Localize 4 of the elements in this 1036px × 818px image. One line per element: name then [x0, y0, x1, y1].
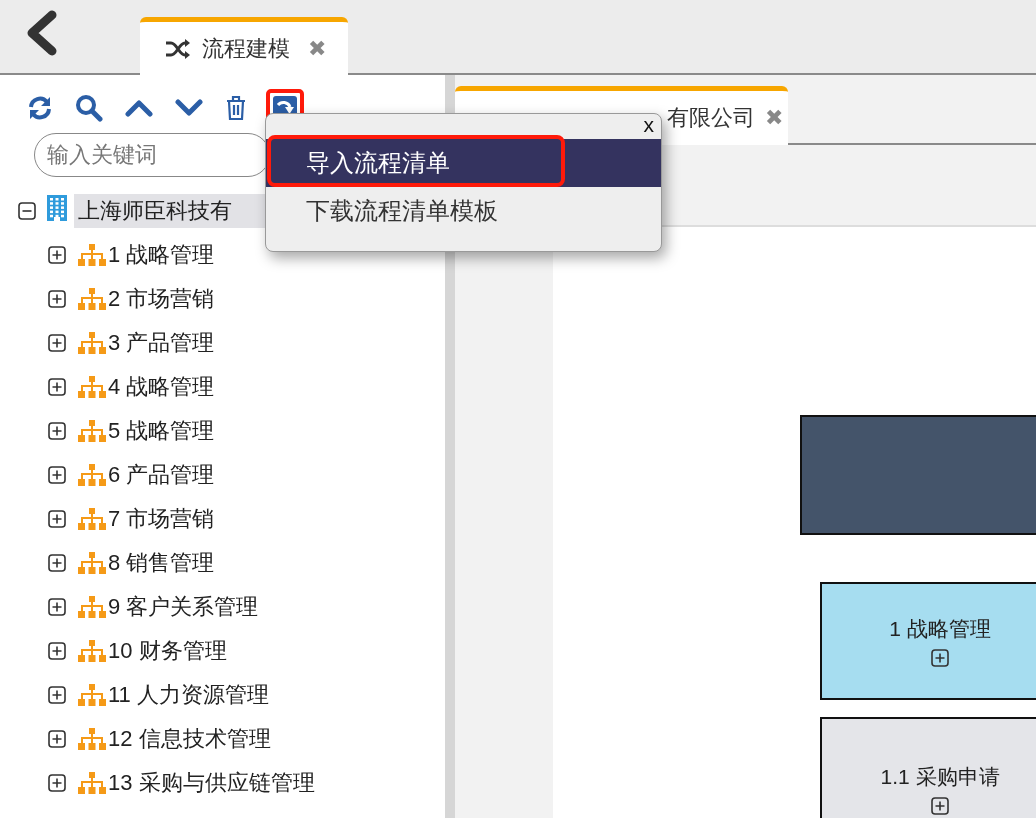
node-label: 1 战略管理: [889, 616, 991, 642]
tab-label: 流程建模: [202, 34, 290, 63]
node-label: 1.1 采购申请: [880, 764, 1000, 790]
tab-label: 有限公司: [667, 104, 755, 132]
